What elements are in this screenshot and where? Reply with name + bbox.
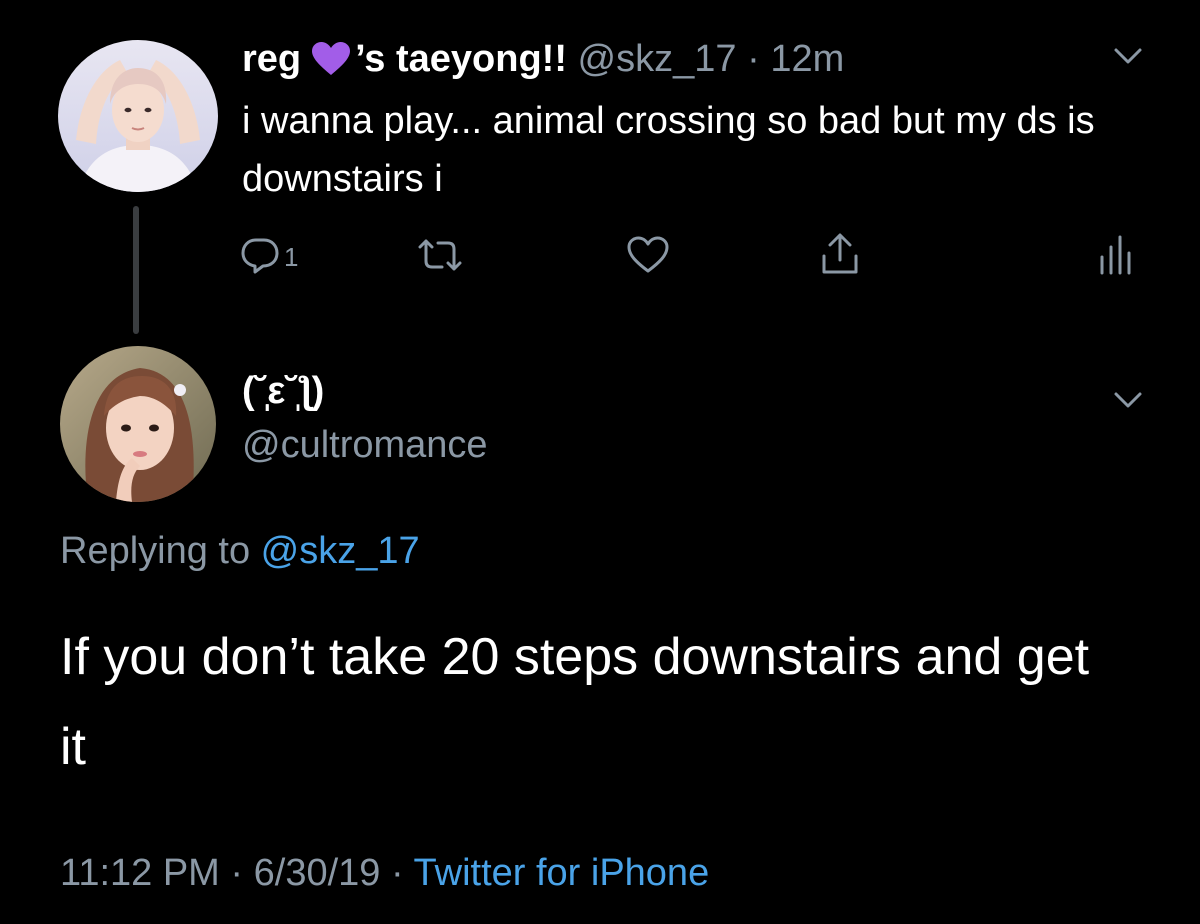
parent-more-chevron-down-icon[interactable] — [1112, 44, 1144, 68]
meta-separator: · — [736, 38, 771, 80]
reply-icon — [240, 235, 280, 280]
parent-display-name-suffix[interactable]: ’s taeyong!! — [355, 38, 567, 80]
reply-tweet-meta: 11:12 PM · 6/30/19 · Twitter for iPhone — [60, 852, 709, 895]
parent-handle[interactable]: @skz_17 — [578, 38, 737, 80]
thread-connector-line — [133, 206, 139, 334]
reply-display-name[interactable]: (˘̩̩̩ε˘̩ƪ) — [242, 370, 324, 413]
heart-icon — [626, 235, 670, 280]
parent-tweet-header: reg ’s taeyong!! @skz_17 · 12m — [242, 36, 844, 88]
share-button[interactable] — [818, 232, 862, 282]
purple-heart-emoji-icon — [311, 41, 351, 88]
parent-display-name-prefix[interactable]: reg — [242, 38, 301, 80]
reply-time: 11:12 PM — [60, 852, 220, 894]
meta-separator: · — [380, 852, 414, 894]
reply-date: 6/30/19 — [253, 852, 381, 894]
reply-count: 1 — [284, 241, 299, 272]
parent-timestamp[interactable]: 12m — [770, 38, 844, 80]
analytics-bars-icon — [1098, 235, 1132, 280]
reply-more-chevron-down-icon[interactable] — [1112, 388, 1144, 412]
retweet-button[interactable] — [416, 232, 464, 282]
replying-to-line: Replying to @skz_17 — [60, 530, 420, 573]
meta-separator: · — [219, 852, 254, 894]
like-button[interactable] — [626, 232, 670, 282]
share-icon — [818, 232, 862, 283]
reply-button[interactable]: 1 — [240, 232, 298, 282]
replying-to-mention-link[interactable]: @skz_17 — [261, 530, 420, 572]
parent-avatar[interactable] — [58, 40, 218, 192]
retweet-icon — [416, 235, 464, 280]
source-link[interactable]: Twitter for iPhone — [414, 852, 710, 894]
replying-to-label: Replying to — [60, 530, 261, 572]
reply-avatar[interactable] — [60, 346, 216, 502]
reply-handle[interactable]: @cultromance — [242, 424, 488, 467]
analytics-button[interactable] — [1098, 232, 1132, 282]
parent-action-bar: 1 — [240, 232, 1140, 282]
reply-tweet-text: If you don’t take 20 steps downstairs an… — [60, 628, 1090, 776]
parent-tweet-text: i wanna play... animal crossing so bad b… — [242, 100, 1095, 200]
